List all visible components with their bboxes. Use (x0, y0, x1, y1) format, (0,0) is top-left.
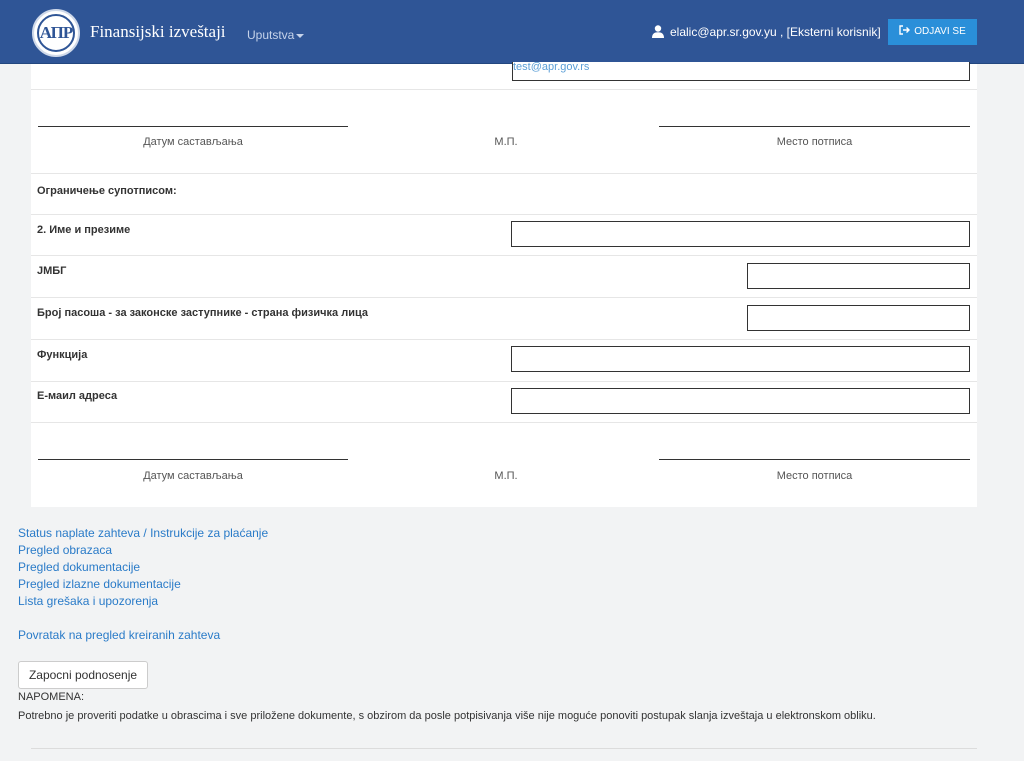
email-label: Е-маил адреса (37, 390, 118, 402)
email-input[interactable] (511, 388, 970, 414)
date-signature-line (38, 126, 348, 127)
row-divider (31, 297, 977, 298)
signatories-form-panel: test@apr.gov.rs Датум састављања М.П. Ме… (31, 62, 977, 507)
date-label: Датум састављања (143, 470, 243, 482)
email-field-value: test@apr.gov.rs (513, 61, 590, 73)
place-label: Место потписа (776, 136, 853, 148)
app-title[interactable]: Finansijski izveštaji (90, 22, 226, 42)
function-label: Функција (37, 349, 88, 361)
note-title: NAPOMENA: (18, 691, 85, 703)
caret-down-icon (296, 33, 305, 38)
row-divider (31, 422, 977, 423)
row-divider (31, 89, 977, 90)
row-divider (31, 255, 977, 256)
payment-status-link[interactable]: Status naplate zahteva / Instrukcije za … (18, 526, 268, 540)
date-label: Датум састављања (143, 136, 243, 148)
jmbg-input[interactable] (747, 263, 970, 289)
restriction-label: Ограничење супотписом: (37, 185, 177, 197)
row-divider (31, 339, 977, 340)
jmbg-label: ЈМБГ (37, 265, 67, 277)
logout-icon (899, 25, 911, 35)
place-signature-line (659, 126, 970, 127)
forms-review-link[interactable]: Pregled obrazaca (18, 543, 112, 557)
passport-input[interactable] (747, 305, 970, 331)
output-documentation-link[interactable]: Pregled izlazne dokumentacije (18, 577, 181, 591)
place-signature-line (659, 459, 970, 460)
documentation-review-link[interactable]: Pregled dokumentacije (18, 560, 140, 574)
current-user[interactable]: elalic@apr.sr.gov.yu , [Eksterni korisni… (670, 25, 881, 39)
footer-divider (31, 748, 977, 749)
name-input[interactable] (511, 221, 970, 247)
row-divider (31, 173, 977, 174)
start-submission-button[interactable]: Zapocni podnosenje (18, 661, 148, 689)
logout-button[interactable]: ODJAVI SE (888, 19, 977, 45)
stamp-label: М.П. (494, 136, 518, 148)
back-to-requests-link[interactable]: Povratak na pregled kreiranih zahteva (18, 628, 220, 642)
function-input[interactable] (511, 346, 970, 372)
place-label: Место потписа (776, 470, 853, 482)
top-navbar: АПР Finansijski izveštaji Uputstva elali… (0, 0, 1024, 64)
name-label: 2. Име и презиме (37, 224, 131, 236)
logout-label: ODJAVI SE (914, 26, 966, 37)
instructions-menu[interactable]: Uputstva (247, 28, 305, 42)
errors-list-link[interactable]: Lista grešaka i upozorenja (18, 594, 158, 608)
user-icon (652, 25, 664, 38)
instructions-menu-label: Uputstva (247, 28, 295, 42)
stamp-label: М.П. (494, 470, 518, 482)
row-divider (31, 381, 977, 382)
note-text: Potrebno je proveriti podatke u obrascim… (18, 710, 876, 722)
apr-logo[interactable]: АПР (32, 9, 80, 57)
row-divider (31, 214, 977, 215)
date-signature-line (38, 459, 348, 460)
email-field-filled[interactable]: test@apr.gov.rs (512, 62, 970, 81)
passport-label: Број пасоша - за законске заступнике - с… (37, 307, 368, 319)
logo-text: АПР (37, 14, 75, 52)
